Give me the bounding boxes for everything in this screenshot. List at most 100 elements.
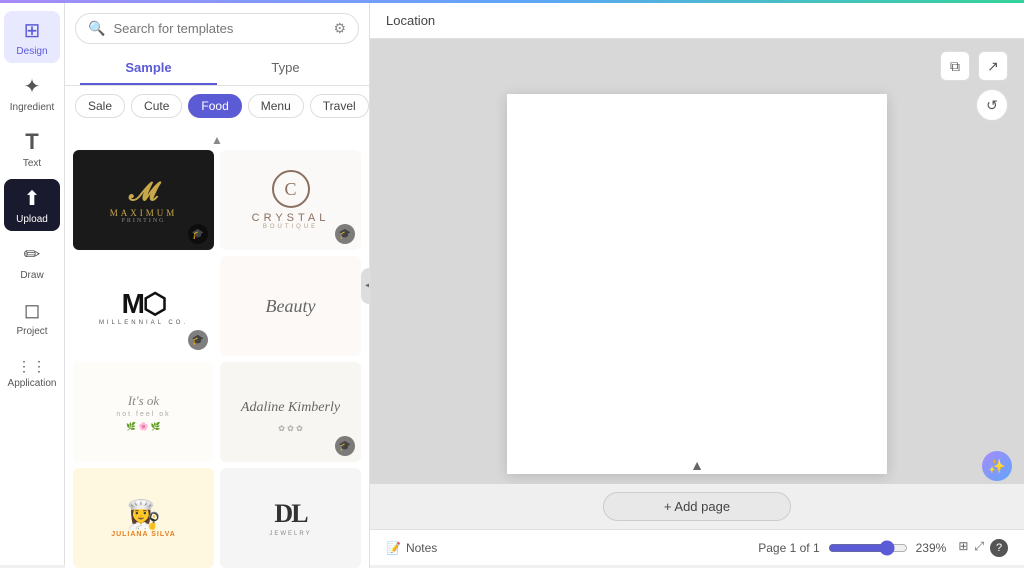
- design-icon: ⊞: [24, 18, 41, 43]
- duplicate-button[interactable]: ⧉: [940, 51, 970, 81]
- dl-logo: DL: [269, 499, 311, 529]
- application-icon: ⋮⋮: [17, 358, 47, 375]
- sidebar-item-project[interactable]: ◻ Project: [4, 291, 60, 343]
- sidebar: ⊞ Design ✦ Ingredient T Text ⬆ Upload ✏ …: [0, 3, 65, 565]
- template-panel: 🔍 ⚙ Sample Type Sale Cute Food Menu Trav…: [65, 3, 370, 568]
- maximum-sub: PRINTING: [122, 218, 166, 224]
- tabs-row: Sample Type: [65, 52, 369, 86]
- tag-sale[interactable]: Sale: [75, 94, 125, 118]
- script-text: Adaline Kimberly: [233, 392, 348, 424]
- maximum-logo-symbol: 𝓜: [129, 177, 158, 208]
- crystal-overlay: 🎓: [335, 224, 355, 244]
- notes-label: Notes: [406, 541, 437, 555]
- draw-icon: ✏: [24, 242, 41, 267]
- zoom-slider[interactable]: [828, 540, 908, 556]
- sidebar-item-upload[interactable]: ⬆ Upload: [4, 179, 60, 231]
- floral-content: It's ok not feel ok 🌿 🌸 🌿: [73, 362, 214, 462]
- sidebar-item-design[interactable]: ⊞ Design: [4, 11, 60, 63]
- main-toolbar: Location: [370, 3, 1024, 39]
- search-input[interactable]: [113, 21, 325, 36]
- maximum-overlay: 🎓: [188, 224, 208, 244]
- sidebar-label-project: Project: [16, 326, 47, 337]
- zoom-level: 239%: [916, 541, 947, 555]
- script-decoration: ✿ ✿ ✿: [278, 424, 303, 433]
- sidebar-label-draw: Draw: [20, 270, 43, 281]
- tag-cute[interactable]: Cute: [131, 94, 182, 118]
- export-button[interactable]: ↗: [978, 51, 1008, 81]
- chef-name: JULIANA SILVA: [111, 531, 176, 538]
- location-label: Location: [386, 13, 435, 28]
- tag-food[interactable]: Food: [188, 94, 241, 118]
- canvas-page: [507, 94, 887, 474]
- crystal-sub: BOUTIQUE: [263, 224, 318, 230]
- text-icon: T: [25, 129, 38, 155]
- millennial-logo: M⬡: [122, 287, 166, 320]
- millennial-sub: MILLENNIAL CO.: [99, 320, 188, 326]
- template-card-script[interactable]: Adaline Kimberly ✿ ✿ ✿ 🎓: [220, 362, 361, 462]
- grid-view-icon[interactable]: ⊞: [958, 539, 968, 557]
- search-bar-container: 🔍 ⚙: [75, 13, 359, 44]
- canvas-area: ⧉ ↗ ↺ + Add page ▲ ✨: [370, 39, 1024, 529]
- dl-content: DL JEWELRY: [220, 468, 361, 568]
- crystal-circle: C: [272, 170, 310, 208]
- view-icons: ⊞ ⤢ ?: [958, 539, 1008, 557]
- template-card-crystal[interactable]: C CRYSTAL BOUTIQUE 🎓: [220, 150, 361, 250]
- sidebar-label-upload: Upload: [16, 214, 48, 225]
- panel-collapse-arrow[interactable]: ◀: [361, 268, 370, 304]
- sidebar-item-text[interactable]: T Text: [4, 123, 60, 175]
- dl-inner: DL JEWELRY: [269, 499, 311, 537]
- panel-scroll-up[interactable]: ▲: [73, 130, 361, 150]
- millennial-overlay: 🎓: [188, 330, 208, 350]
- canvas-top-bar: ⧉ ↗: [940, 51, 1008, 81]
- sidebar-item-draw[interactable]: ✏ Draw: [4, 235, 60, 287]
- add-page-button[interactable]: + Add page: [603, 492, 791, 521]
- search-icon: 🔍: [88, 20, 105, 37]
- template-card-millennial[interactable]: M⬡ MILLENNIAL CO. 🎓: [73, 256, 214, 356]
- template-grid-container: ▲ 𝓜 MAXIMUM PRINTING 🎓 C CRYSTAL BOUTIQU…: [65, 126, 369, 568]
- template-card-dl[interactable]: DL JEWELRY: [220, 468, 361, 568]
- ingredient-icon: ✦: [24, 74, 41, 99]
- tag-menu[interactable]: Menu: [248, 94, 304, 118]
- canvas-scroll-up[interactable]: ▲: [690, 457, 704, 473]
- floral-text-sub: not feel ok: [116, 411, 170, 418]
- chef-content: 👩‍🍳 JULIANA SILVA: [73, 468, 214, 568]
- dl-sub: JEWELRY: [269, 531, 311, 537]
- sidebar-label-application: Application: [8, 378, 57, 389]
- template-card-chef[interactable]: 👩‍🍳 JULIANA SILVA: [73, 468, 214, 568]
- crystal-title: CRYSTAL: [252, 212, 330, 224]
- sidebar-item-ingredient[interactable]: ✦ Ingredient: [4, 67, 60, 119]
- page-info: Page 1 of 1: [758, 541, 819, 555]
- ai-assistant-button[interactable]: ✨: [982, 451, 1012, 481]
- sidebar-label-text: Text: [23, 158, 41, 169]
- upload-icon: ⬆: [24, 186, 41, 211]
- template-card-floral[interactable]: It's ok not feel ok 🌿 🌸 🌿: [73, 362, 214, 462]
- filter-tags: Sale Cute Food Menu Travel ▶: [65, 86, 369, 126]
- fullscreen-icon[interactable]: ⤢: [974, 539, 984, 557]
- sidebar-item-application[interactable]: ⋮⋮ Application: [4, 347, 60, 399]
- chef-inner: 👩‍🍳 JULIANA SILVA: [111, 498, 176, 538]
- template-card-maximum[interactable]: 𝓜 MAXIMUM PRINTING 🎓: [73, 150, 214, 250]
- filter-icon[interactable]: ⚙: [333, 20, 346, 37]
- help-icon[interactable]: ?: [990, 539, 1008, 557]
- notes-icon: 📝: [386, 541, 401, 555]
- notes-button[interactable]: 📝 Notes: [386, 541, 437, 555]
- floral-decorative: 🌿 🌸 🌿: [126, 422, 160, 431]
- maximum-title: MAXIMUM: [110, 208, 178, 218]
- tab-type[interactable]: Type: [217, 52, 354, 85]
- sidebar-label-design: Design: [16, 46, 47, 57]
- brush-content: Beauty: [220, 256, 361, 356]
- page-indicator: Page 1 of 1 239%: [758, 540, 946, 556]
- template-card-brush[interactable]: Beauty: [220, 256, 361, 356]
- script-overlay: 🎓: [335, 436, 355, 456]
- main-area: Location ⧉ ↗ ↺ + Add page ▲ ✨ 📝 Notes Pa…: [370, 3, 1024, 565]
- project-icon: ◻: [24, 298, 41, 323]
- chef-icon: 👩‍🍳: [111, 498, 176, 531]
- floral-text-main: It's ok: [128, 393, 159, 409]
- brush-text: Beauty: [266, 296, 316, 317]
- template-grid: 𝓜 MAXIMUM PRINTING 🎓 C CRYSTAL BOUTIQUE …: [73, 150, 361, 568]
- sidebar-label-ingredient: Ingredient: [10, 102, 54, 113]
- add-page-bar: + Add page: [370, 484, 1024, 529]
- tag-travel[interactable]: Travel: [310, 94, 369, 118]
- tab-sample[interactable]: Sample: [80, 52, 217, 85]
- refresh-button[interactable]: ↺: [976, 89, 1008, 121]
